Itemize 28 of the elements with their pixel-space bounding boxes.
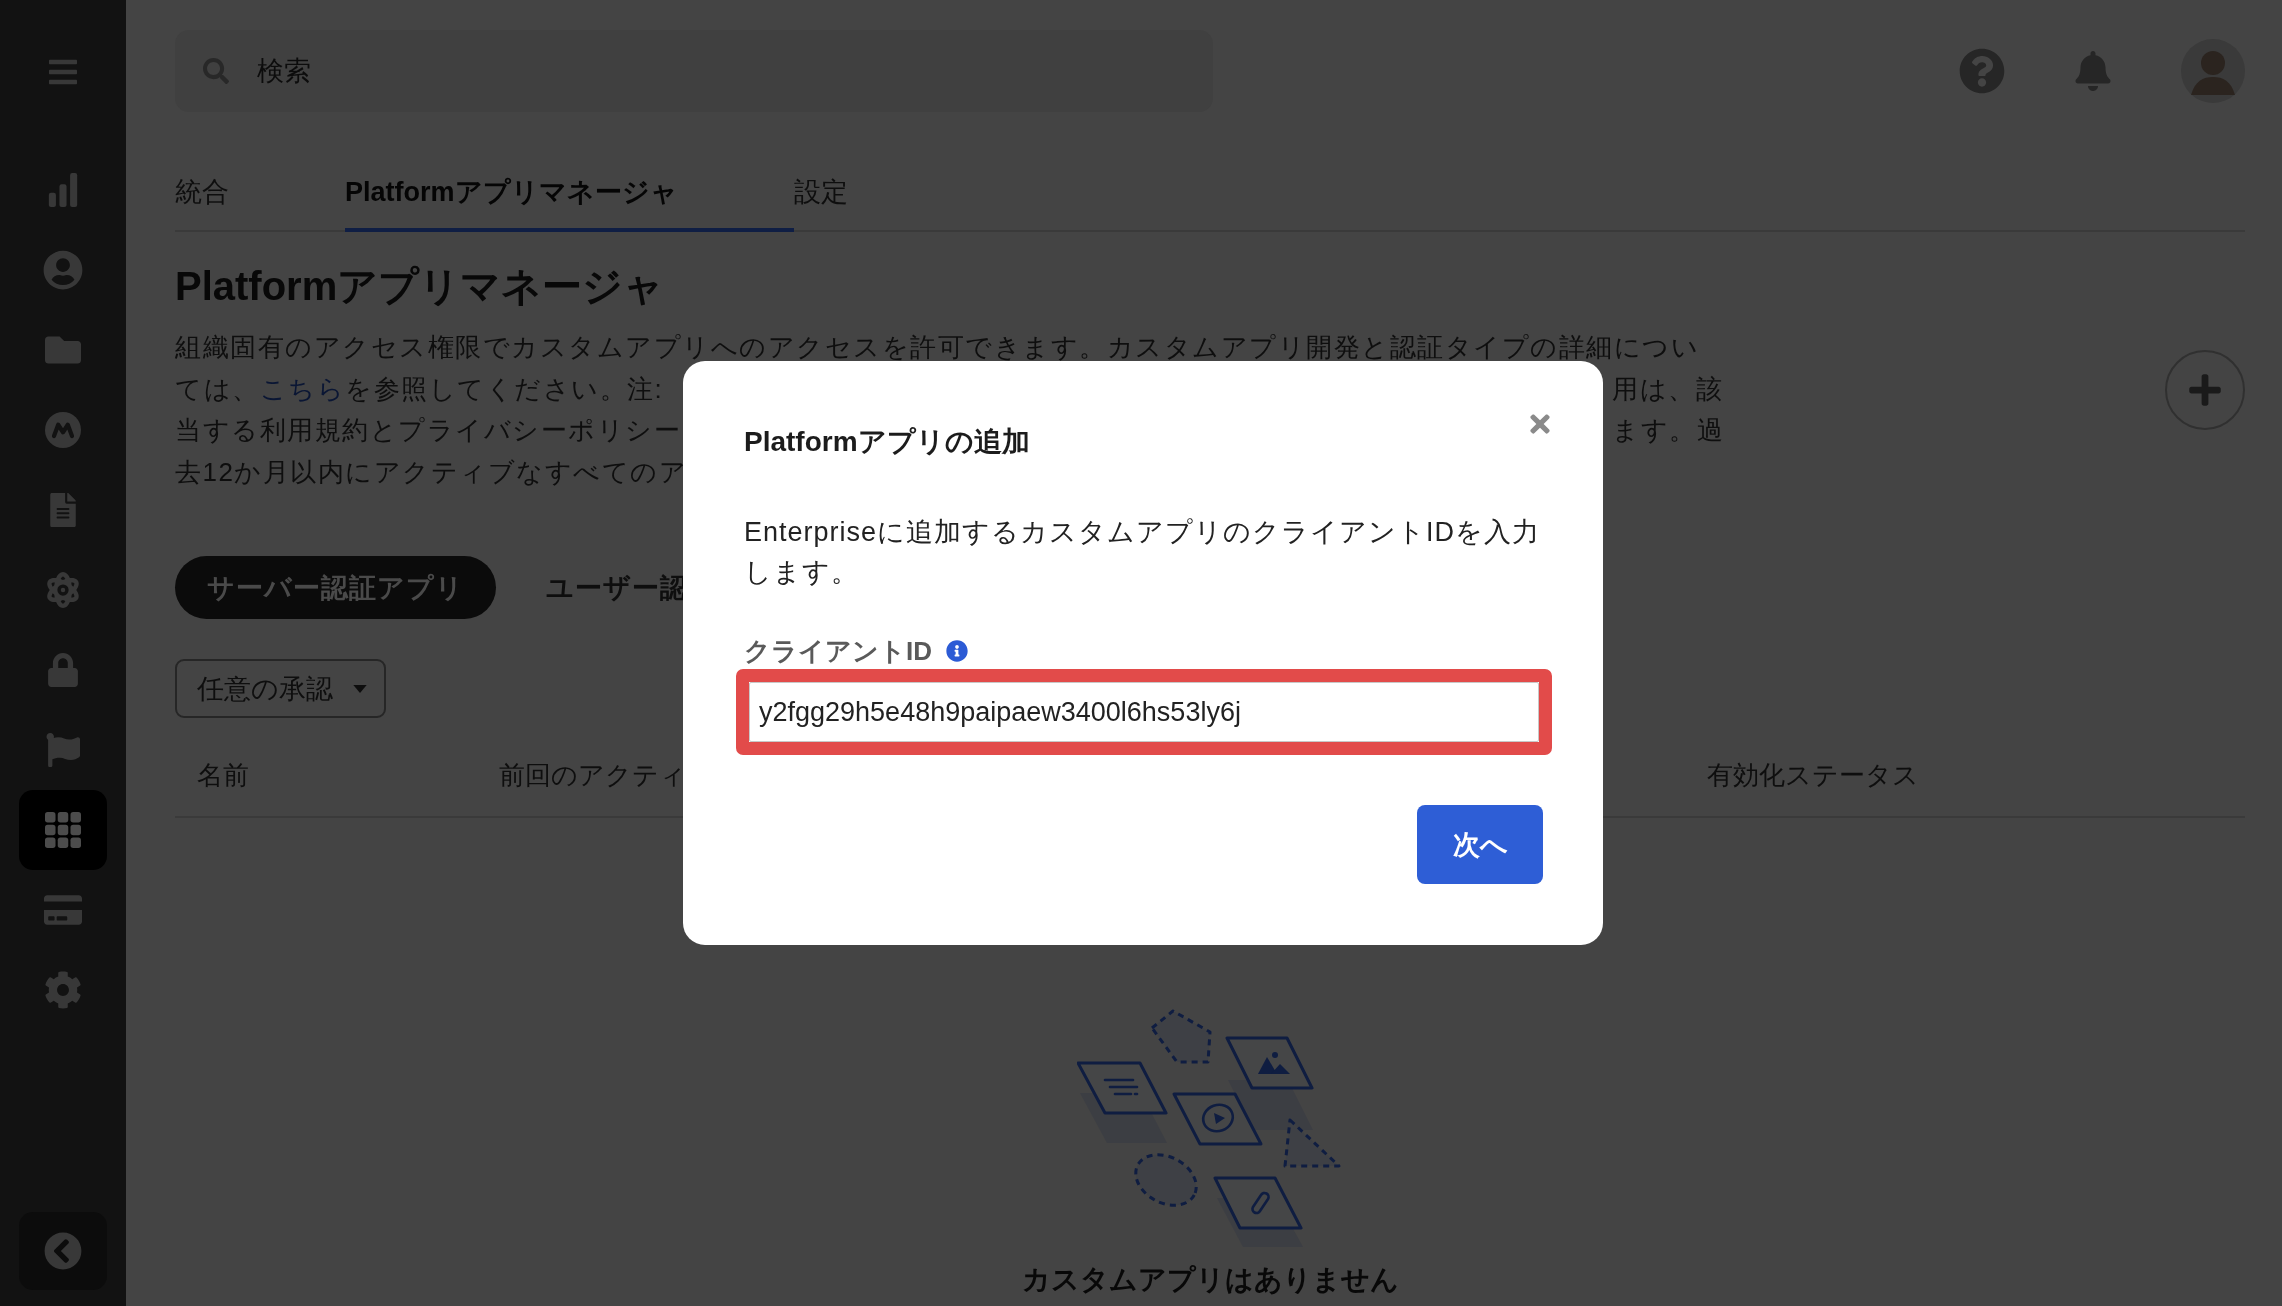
- search-icon: [203, 58, 229, 84]
- lock-icon: [46, 653, 80, 687]
- grid-icon: [45, 812, 81, 848]
- atom-icon: [45, 572, 81, 608]
- segment-tab[interactable]: サーバー認証アプリ: [175, 556, 496, 619]
- dialog-description: Enterpriseに追加するカスタムアプリのクライアントIDを入力します。: [744, 516, 1542, 589]
- client-id-field[interactable]: y2fgg29h5e48h9paipaew3400l6hs53ly6j: [749, 682, 1539, 742]
- avatar-icon[interactable]: [2181, 39, 2245, 103]
- dialog-title: Platformアプリの追加: [744, 425, 1031, 459]
- settings-icon: [44, 971, 82, 1009]
- info-icon[interactable]: [946, 640, 968, 662]
- empty-state-title: カスタムアプリはありません: [1021, 1263, 1399, 1297]
- nav-item[interactable]: [19, 790, 107, 870]
- tab[interactable]: Platformアプリマネージャ: [345, 160, 794, 232]
- page-title: Platformアプリマネージャ: [175, 263, 666, 310]
- add-button[interactable]: [2165, 350, 2245, 430]
- help-link[interactable]: こちら: [259, 373, 345, 404]
- bar-chart-icon: [46, 173, 80, 207]
- caret-icon: [353, 684, 367, 693]
- chevron-left-icon: [44, 1232, 82, 1270]
- collapse-button[interactable]: [19, 1212, 107, 1290]
- logo-icon: [45, 412, 81, 448]
- bell-icon[interactable]: [2073, 51, 2113, 91]
- plus-icon: [2187, 372, 2223, 408]
- flag-icon: [46, 733, 80, 767]
- next-button[interactable]: 次へ: [1417, 805, 1543, 884]
- field-label: クライアントID: [744, 634, 932, 668]
- help-icon[interactable]: [1959, 48, 2005, 94]
